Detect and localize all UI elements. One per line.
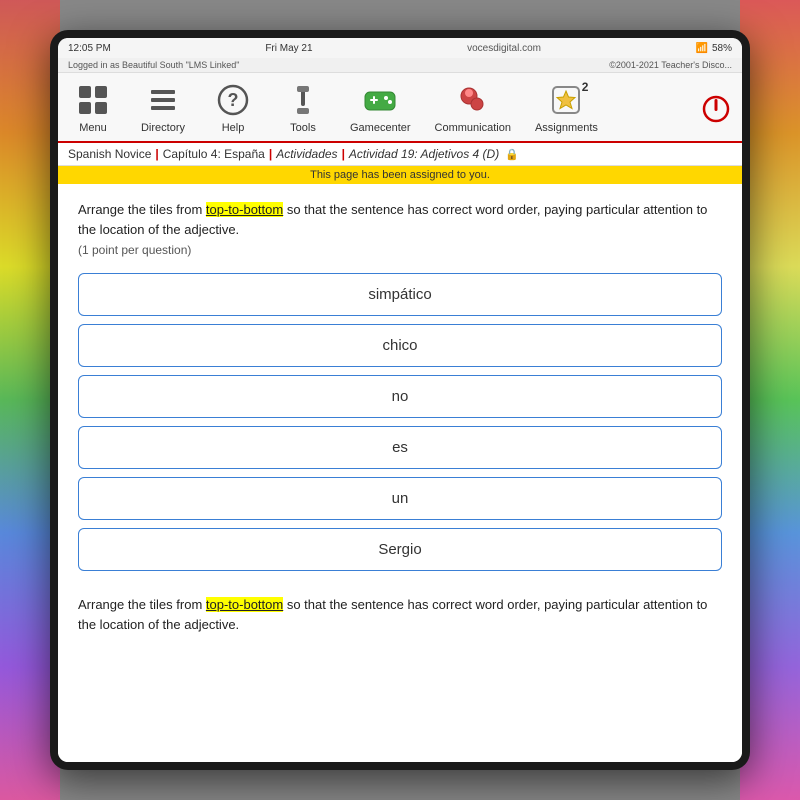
svg-text:?: ? (228, 90, 239, 110)
instruction-text: Arrange the tiles from top-to-bottom so … (78, 200, 722, 239)
breadcrumb-chapter[interactable]: Capítulo 4: España (163, 147, 265, 161)
instruction-highlight: top-to-bottom (206, 202, 283, 217)
status-bar: 12:05 PM Fri May 21 vocesdigital.com 📶 5… (58, 38, 742, 58)
instruction-before: Arrange the tiles from (78, 202, 206, 217)
status-right: 📶 58% (696, 43, 732, 54)
logged-in-bar: Logged in as Beautiful South "LMS Linked… (58, 58, 742, 73)
breadcrumb-sep-1: | (155, 147, 158, 161)
assigned-banner: This page has been assigned to you. (58, 166, 742, 184)
tile-simpatico[interactable]: simpático (78, 273, 722, 316)
bottom-instruction-highlight: top-to-bottom (206, 597, 283, 612)
tile-chico-word: chico (382, 337, 417, 354)
copyright-text: ©2001-2021 Teacher's Disco... (609, 60, 732, 70)
star-icon: 2 (548, 82, 584, 118)
breadcrumb-activity[interactable]: Actividad 19: Adjetivos 4 (D) (349, 147, 499, 161)
nav-communication-label: Communication (435, 122, 511, 134)
tile-un-word: un (392, 490, 409, 507)
power-button[interactable] (690, 77, 742, 141)
breadcrumb: Spanish Novice | Capítulo 4: España | Ac… (58, 143, 742, 166)
status-time: 12:05 PM (68, 43, 111, 54)
comm-icon (455, 82, 491, 118)
tile-un[interactable]: un (78, 477, 722, 520)
breadcrumb-sep-2: | (269, 147, 272, 161)
tile-sergio-word: Sergio (378, 541, 421, 558)
tile-sergio[interactable]: Sergio (78, 528, 722, 571)
tile-container: simpático chico no es un Sergio (78, 273, 722, 571)
tile-es[interactable]: es (78, 426, 722, 469)
bottom-instruction: Arrange the tiles from top-to-bottom so … (78, 591, 722, 634)
breadcrumb-actividades[interactable]: Actividades (276, 147, 337, 161)
tile-chico[interactable]: chico (78, 324, 722, 367)
nav-help[interactable]: ? Help (198, 77, 268, 141)
breadcrumb-sep-3: | (342, 147, 345, 161)
tablet-frame: 12:05 PM Fri May 21 vocesdigital.com 📶 5… (50, 30, 750, 770)
nav-tools[interactable]: Tools (268, 77, 338, 141)
breadcrumb-spanish-novice[interactable]: Spanish Novice (68, 147, 151, 161)
nav-menu-label: Menu (79, 122, 107, 134)
nav-bar: Menu Directory ? (58, 73, 742, 143)
game-icon (362, 82, 398, 118)
main-content: Arrange the tiles from top-to-bottom so … (58, 184, 742, 762)
nav-assignments[interactable]: 2 Assignments (523, 77, 610, 141)
battery-text: 58% (712, 43, 732, 54)
tile-no[interactable]: no (78, 375, 722, 418)
nav-gamecenter-label: Gamecenter (350, 122, 411, 134)
nav-help-label: Help (222, 122, 245, 134)
nav-directory[interactable]: Directory (128, 77, 198, 141)
question-icon: ? (215, 82, 251, 118)
nav-gamecenter[interactable]: Gamecenter (338, 77, 423, 141)
logged-in-text: Logged in as Beautiful South "LMS Linked… (68, 60, 240, 70)
nav-assignments-label: Assignments (535, 122, 598, 134)
nav-communication[interactable]: Communication (423, 77, 523, 141)
nav-tools-label: Tools (290, 122, 316, 134)
nav-directory-label: Directory (141, 122, 185, 134)
assignments-badge: 2 (582, 80, 589, 94)
lock-icon: 🔒 (505, 148, 519, 161)
points-text: (1 point per question) (78, 243, 722, 257)
list-icon (145, 82, 181, 118)
bottom-instruction-before: Arrange the tiles from (78, 597, 206, 612)
screen: 12:05 PM Fri May 21 vocesdigital.com 📶 5… (58, 38, 742, 762)
tile-no-word: no (392, 388, 409, 405)
signal-icon: 📶 (696, 43, 708, 54)
status-url: vocesdigital.com (467, 43, 541, 54)
tile-es-word: es (392, 439, 408, 456)
nav-menu[interactable]: Menu (58, 77, 128, 141)
status-date: Fri May 21 (265, 43, 312, 54)
grid-icon (75, 82, 111, 118)
tile-simpatico-word: simpático (368, 286, 431, 303)
tools-icon (285, 82, 321, 118)
